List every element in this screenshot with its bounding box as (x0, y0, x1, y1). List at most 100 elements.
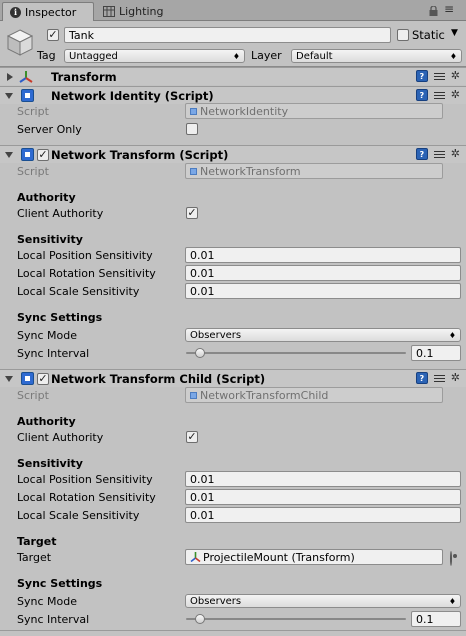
component-header-icons: ? ✲ (415, 89, 460, 101)
client-authority-checkbox[interactable]: ✓ (186, 431, 198, 443)
network-transform-child-header[interactable]: ✓ Network Transform Child (Script) ? ✲ (0, 369, 466, 387)
sync-mode-value: Observers (190, 329, 242, 341)
local-scale-sensitivity-input[interactable]: 0.01 (185, 283, 461, 299)
target-object-field[interactable]: ProjectileMount (Transform) (185, 549, 443, 565)
network-identity-header[interactable]: Network Identity (Script) ? ✲ (0, 86, 466, 104)
network-transform-title: Network Transform (Script) (51, 148, 229, 162)
transform-icon (190, 552, 201, 562)
server-only-checkbox[interactable] (186, 123, 198, 135)
layer-dropdown-value: Default (296, 50, 333, 62)
script-value: NetworkIdentity (200, 104, 289, 118)
help-icon[interactable]: ? (415, 89, 428, 101)
script-label: Script (17, 164, 49, 178)
sync-mode-value: Observers (190, 595, 242, 607)
component-divider (0, 630, 466, 631)
sync-mode-dropdown[interactable]: Observers ♦ (185, 594, 461, 608)
foldout-expanded-icon[interactable] (5, 376, 13, 382)
info-icon: i (10, 6, 21, 18)
local-scale-sensitivity-input[interactable]: 0.01 (185, 507, 461, 523)
local-position-sensitivity-label: Local Position Sensitivity (17, 248, 153, 262)
sync-interval-slider-track[interactable] (186, 618, 406, 620)
preset-icon[interactable] (433, 71, 445, 82)
active-toggle[interactable]: ✓ (47, 29, 59, 41)
network-transform-header[interactable]: ✓ Network Transform (Script) ? ✲ (0, 145, 466, 163)
gear-icon[interactable]: ✲ (451, 148, 460, 160)
help-icon[interactable]: ? (415, 70, 428, 82)
tab-inspector[interactable]: i Inspector (2, 2, 94, 21)
lock-icon[interactable] (429, 6, 438, 16)
local-position-sensitivity-label: Local Position Sensitivity (17, 472, 153, 486)
foldout-expanded-icon[interactable] (5, 152, 13, 158)
sync-interval-input[interactable]: 0.1 (411, 611, 461, 627)
preset-icon[interactable] (433, 373, 445, 384)
tag-label: Tag (37, 49, 56, 62)
tab-menu-icon[interactable]: ≡ (444, 2, 454, 16)
help-icon[interactable]: ? (415, 372, 428, 384)
tab-lighting[interactable]: Lighting (96, 2, 176, 21)
sync-interval-label: Sync Interval (17, 612, 90, 626)
tab-bar: i Inspector Lighting ≡ (0, 0, 466, 21)
component-header-icons: ? ✲ (415, 148, 460, 160)
help-icon[interactable]: ? (415, 148, 428, 160)
script-icon (21, 148, 34, 161)
script-label: Script (17, 104, 49, 118)
network-identity-title: Network Identity (Script) (51, 89, 214, 103)
chevron-updown-icon: ♦ (449, 51, 457, 61)
gear-icon[interactable]: ✲ (451, 89, 460, 101)
gear-icon[interactable]: ✲ (451, 70, 460, 82)
chevron-updown-icon: ♦ (448, 596, 456, 606)
local-scale-sensitivity-label: Local Scale Sensitivity (17, 508, 140, 522)
client-authority-checkbox[interactable]: ✓ (186, 207, 198, 219)
tag-dropdown-value: Untagged (69, 50, 118, 62)
script-field: NetworkIdentity (185, 103, 443, 119)
sync-mode-label: Sync Mode (17, 328, 77, 342)
local-rotation-sensitivity-input[interactable]: 0.01 (185, 265, 461, 281)
local-position-sensitivity-input[interactable]: 0.01 (185, 471, 461, 487)
script-icon (21, 372, 34, 385)
local-rotation-sensitivity-label: Local Rotation Sensitivity (17, 266, 156, 280)
target-label: Target (17, 550, 52, 564)
network-transform-child-title: Network Transform Child (Script) (51, 372, 266, 386)
static-checkbox[interactable] (397, 29, 409, 41)
sync-interval-slider-thumb[interactable] (195, 348, 205, 358)
script-icon (190, 107, 197, 115)
object-picker-icon[interactable] (450, 551, 452, 566)
component-enabled-checkbox[interactable]: ✓ (37, 149, 49, 161)
script-icon (190, 391, 197, 399)
sync-interval-slider-track[interactable] (186, 352, 406, 354)
sync-interval-slider-thumb[interactable] (195, 614, 205, 624)
preset-icon[interactable] (433, 149, 445, 160)
script-icon (21, 89, 34, 102)
local-rotation-sensitivity-input[interactable]: 0.01 (185, 489, 461, 505)
layer-dropdown[interactable]: Default ♦ (291, 49, 462, 63)
static-dropdown-arrow-icon[interactable]: ▼ (451, 28, 458, 38)
local-scale-sensitivity-label: Local Scale Sensitivity (17, 284, 140, 298)
sync-interval-label: Sync Interval (17, 346, 90, 360)
sync-settings-header: Sync Settings (17, 310, 103, 324)
script-field: NetworkTransformChild (185, 387, 443, 403)
foldout-collapsed-icon[interactable] (7, 73, 13, 81)
script-value: NetworkTransformChild (200, 388, 329, 402)
sync-mode-dropdown[interactable]: Observers ♦ (185, 328, 461, 342)
preset-icon[interactable] (433, 90, 445, 101)
component-enabled-checkbox[interactable]: ✓ (37, 373, 49, 385)
tab-lighting-label: Lighting (119, 5, 164, 18)
sync-interval-input[interactable]: 0.1 (411, 345, 461, 361)
script-label: Script (17, 388, 49, 402)
lighting-icon (103, 6, 115, 17)
local-position-sensitivity-input[interactable]: 0.01 (185, 247, 461, 263)
sync-mode-label: Sync Mode (17, 594, 77, 608)
script-field: NetworkTransform (185, 163, 443, 179)
chevron-updown-icon: ♦ (232, 51, 240, 61)
gear-icon[interactable]: ✲ (451, 372, 460, 384)
tab-inspector-label: Inspector (25, 5, 77, 19)
object-name-input[interactable]: Tank (64, 27, 391, 43)
transform-title: Transform (51, 70, 117, 84)
local-rotation-sensitivity-label: Local Rotation Sensitivity (17, 490, 156, 504)
foldout-expanded-icon[interactable] (5, 93, 13, 99)
transform-icon (19, 71, 33, 83)
tag-dropdown[interactable]: Untagged ♦ (64, 49, 245, 63)
transform-header[interactable]: Transform ? ✲ (0, 67, 466, 85)
static-label: Static (412, 28, 445, 42)
gameobject-cube-icon (6, 29, 34, 56)
